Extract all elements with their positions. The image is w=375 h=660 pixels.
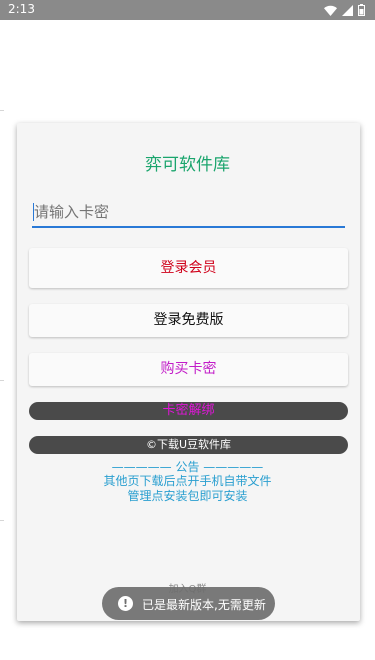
app-title: 弈可软件库: [145, 155, 230, 175]
download-button[interactable]: ©下载U豆软件库: [29, 436, 348, 454]
unbind-card-button[interactable]: 卡密解绑: [29, 402, 348, 420]
battery-icon: [358, 4, 365, 16]
card-key-input[interactable]: [34, 201, 334, 223]
wifi-icon: [324, 5, 337, 16]
edge-divider: [0, 380, 4, 381]
update-toast: ! 已是最新版本,无需更新: [102, 587, 275, 620]
toast-message: 已是最新版本,无需更新: [142, 598, 266, 612]
login-member-button[interactable]: 登录会员: [29, 248, 348, 288]
status-bar: 2:13: [0, 0, 375, 20]
login-free-button[interactable]: 登录免费版: [29, 304, 348, 337]
notice-line-2: 管理点安装包即可安装: [127, 489, 248, 503]
edge-divider: [0, 110, 4, 111]
info-icon: !: [118, 596, 133, 611]
status-time: 2:13: [8, 2, 35, 16]
signal-icon: [342, 4, 353, 16]
status-icons: [324, 3, 365, 17]
edge-divider: [0, 520, 4, 521]
buy-card-button[interactable]: 购买卡密: [29, 353, 348, 386]
card-input-wrapper[interactable]: [32, 201, 345, 228]
